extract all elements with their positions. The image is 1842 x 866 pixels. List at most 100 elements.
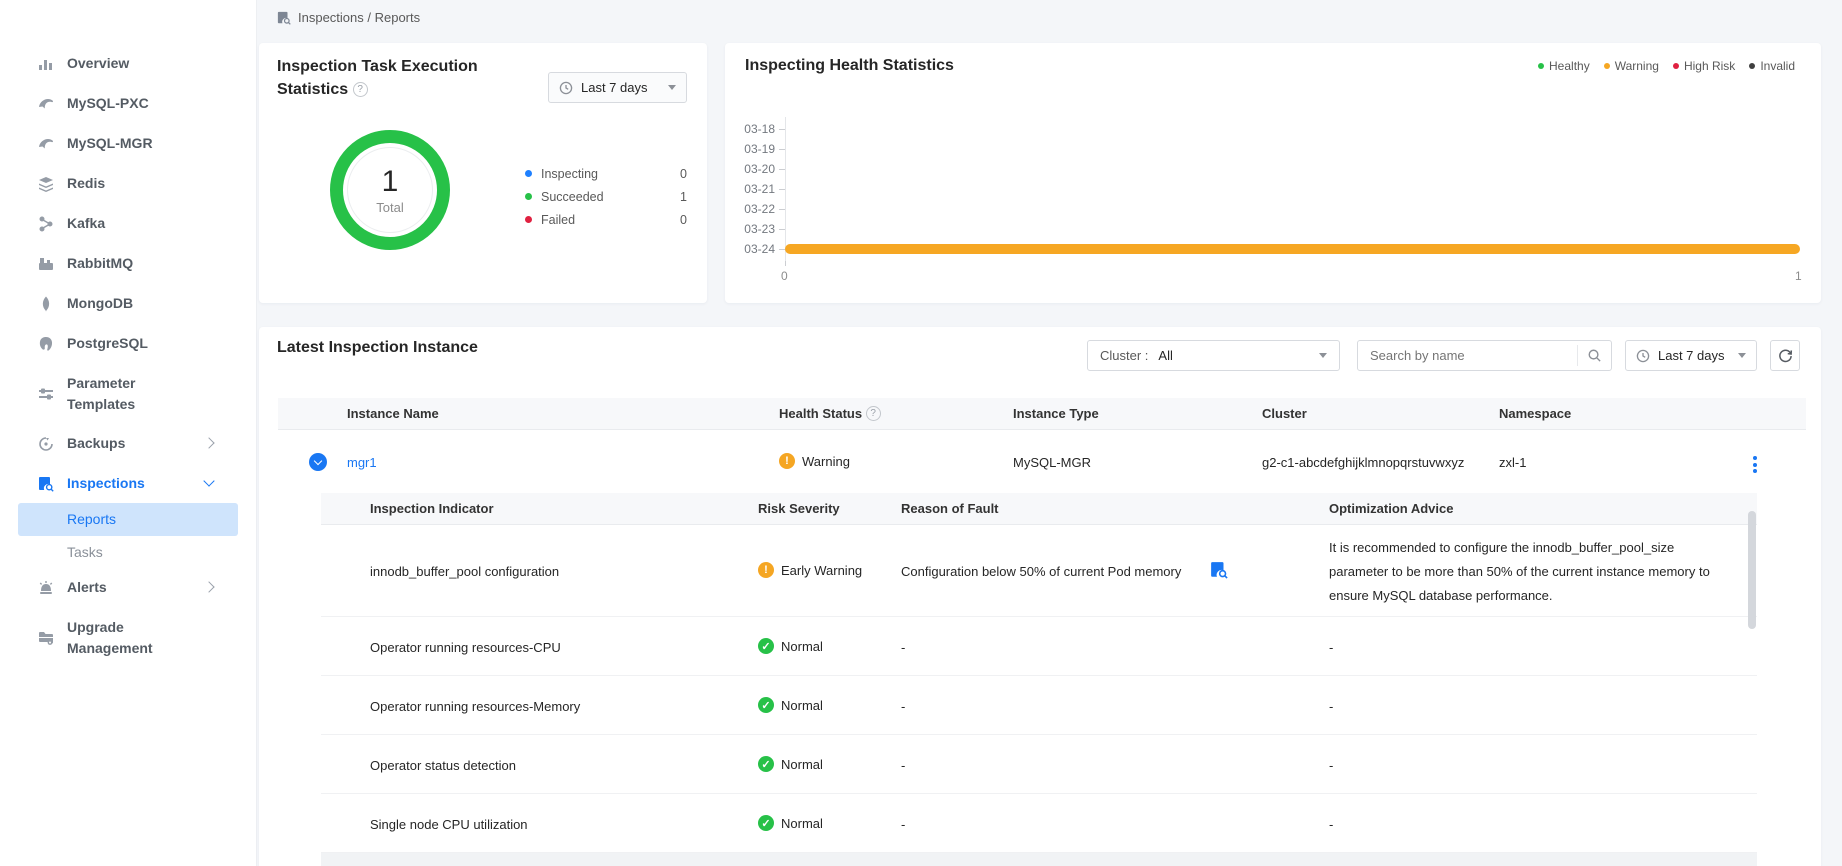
dolphin-icon: [38, 96, 54, 112]
x-tick-label: 1: [1795, 269, 1802, 283]
kebab-dot: [1753, 469, 1757, 473]
check-icon: ✓: [758, 697, 774, 713]
search-button[interactable]: [1577, 345, 1611, 366]
legend-item-failed[interactable]: Failed 0: [525, 208, 687, 231]
check-icon: ✓: [758, 638, 774, 654]
legend-item-inspecting[interactable]: Inspecting 0: [525, 162, 687, 185]
cluster-filter-label: Cluster :: [1100, 348, 1148, 363]
table-row: mgr1 ! Warning MySQL-MGR g2-c1-abcdefghi…: [278, 430, 1806, 493]
severity-badge: ✓ Normal: [758, 756, 823, 772]
help-icon[interactable]: ?: [353, 82, 368, 97]
row-actions-menu[interactable]: [1749, 452, 1761, 477]
column-header-instance-name: Instance Name: [347, 406, 439, 421]
legend-label: Succeeded: [541, 190, 680, 204]
cluster-filter-value: All: [1158, 348, 1309, 363]
instance-name-link[interactable]: mgr1: [347, 455, 377, 470]
search-input[interactable]: [1358, 348, 1577, 363]
sidebar-item-label: Inspections: [67, 473, 192, 494]
sidebar-item-overview[interactable]: Overview: [38, 53, 238, 74]
legend-dot: [1749, 63, 1755, 69]
reason-cell: Configuration below 50% of current Pod m…: [901, 564, 1181, 579]
sidebar-item-rabbitmq[interactable]: RabbitMQ: [38, 253, 238, 274]
legend-item-healthy[interactable]: Healthy: [1538, 59, 1590, 73]
kebab-dot: [1753, 456, 1757, 460]
legend-label: Inspecting: [541, 167, 680, 181]
y-axis-line: [785, 117, 786, 261]
legend-value: 0: [680, 167, 687, 181]
inspection-report-icon: [277, 11, 291, 25]
legend-item-warning[interactable]: Warning: [1604, 59, 1659, 73]
sidebar-item-label: Alerts: [67, 577, 192, 598]
execution-statistics-card: Inspection Task Execution Statistics ? L…: [259, 43, 707, 303]
y-axis-label: 03-18: [729, 122, 775, 136]
time-range-select[interactable]: Last 7 days: [548, 72, 687, 103]
y-axis-label: 03-24: [729, 242, 775, 256]
subtable-scrollbar[interactable]: [1748, 497, 1756, 849]
sidebar-item-label: MySQL-PXC: [67, 93, 192, 114]
reason-cell: -: [901, 758, 905, 773]
sidebar-item-redis[interactable]: Redis: [38, 173, 238, 194]
sidebar-item-label: Upgrade Management: [67, 617, 192, 659]
card-title: Latest Inspection Instance: [277, 339, 478, 357]
refresh-icon: [1778, 348, 1793, 363]
subtable-next-section-strip: [321, 853, 1757, 866]
bar-chart-icon: [38, 56, 54, 72]
help-icon[interactable]: ?: [866, 406, 881, 421]
breadcrumb[interactable]: Inspections / Reports: [277, 10, 420, 25]
sidebar-item-label: Redis: [67, 173, 192, 194]
kebab-dot: [1753, 463, 1757, 467]
legend-dot: [525, 193, 532, 200]
sidebar-item-mongodb[interactable]: MongoDB: [38, 293, 238, 314]
folder-gear-icon: [38, 630, 54, 646]
legend-dot: [1604, 63, 1610, 69]
sidebar-item-kafka[interactable]: Kafka: [38, 213, 238, 234]
sidebar-item-mysql-mgr[interactable]: MySQL-MGR: [38, 133, 238, 154]
refresh-button[interactable]: [1770, 340, 1800, 371]
donut-total-label: Total: [376, 200, 403, 215]
advice-cell: -: [1329, 640, 1333, 655]
sidebar-subitem-reports-highlight[interactable]: [18, 503, 238, 536]
legend-item-invalid[interactable]: Invalid: [1749, 59, 1795, 73]
indicator-cell: Operator running resources-Memory: [370, 699, 580, 714]
view-report-icon[interactable]: [1210, 561, 1228, 584]
sidebar-item-parameter-templates[interactable]: Parameter Templates: [38, 373, 238, 415]
check-icon: ✓: [758, 756, 774, 772]
search-icon: [1587, 348, 1602, 363]
legend-item-high-risk[interactable]: High Risk: [1673, 59, 1735, 73]
layers-icon: [38, 176, 54, 192]
collapse-row-button[interactable]: [309, 453, 327, 471]
sidebar-item-upgrade-management[interactable]: Upgrade Management: [38, 617, 238, 659]
sidebar-subitem-reports[interactable]: Reports: [67, 511, 116, 527]
time-range-select[interactable]: Last 7 days: [1625, 340, 1757, 371]
cluster-filter-select[interactable]: Cluster : All: [1087, 340, 1340, 371]
reason-cell: -: [901, 817, 905, 832]
health-statistics-card: Inspecting Health Statistics Healthy War…: [725, 43, 1821, 303]
sidebar-subitem-tasks[interactable]: Tasks: [67, 544, 103, 560]
check-icon: ✓: [758, 815, 774, 831]
sidebar-item-postgresql[interactable]: PostgreSQL: [38, 333, 238, 354]
subtable-row: Operator running resources-Memory ✓ Norm…: [321, 676, 1757, 735]
search-box: [1357, 340, 1612, 371]
network-icon: [38, 216, 54, 232]
indicator-cell: Operator status detection: [370, 758, 516, 773]
legend-item-succeeded[interactable]: Succeeded 1: [525, 185, 687, 208]
column-header-health-status: Health Status ?: [779, 406, 881, 421]
x-tick-label: 0: [781, 269, 788, 283]
severity-badge: ✓ Normal: [758, 815, 823, 831]
leaf-icon: [38, 296, 54, 312]
sidebar-item-label: Parameter Templates: [67, 373, 192, 415]
card-title: Inspection Task Execution Statistics ?: [277, 55, 513, 101]
chevron-down-icon: [314, 456, 322, 464]
advice-cell: -: [1329, 817, 1333, 832]
sidebar-item-mysql-pxc[interactable]: MySQL-PXC: [38, 93, 238, 114]
indicator-cell: Operator running resources-CPU: [370, 640, 561, 655]
scrollbar-thumb[interactable]: [1748, 511, 1756, 629]
indicator-cell: Single node CPU utilization: [370, 817, 528, 832]
factory-icon: [38, 256, 54, 272]
clock-icon: [559, 81, 573, 95]
health-legend: Healthy Warning High Risk Invalid: [1538, 59, 1795, 73]
backup-clock-icon: [38, 436, 54, 452]
bar-warning-03-24: [785, 244, 1800, 254]
y-axis-label: 03-22: [729, 202, 775, 216]
sidebar-item-label: Backups: [67, 433, 192, 454]
